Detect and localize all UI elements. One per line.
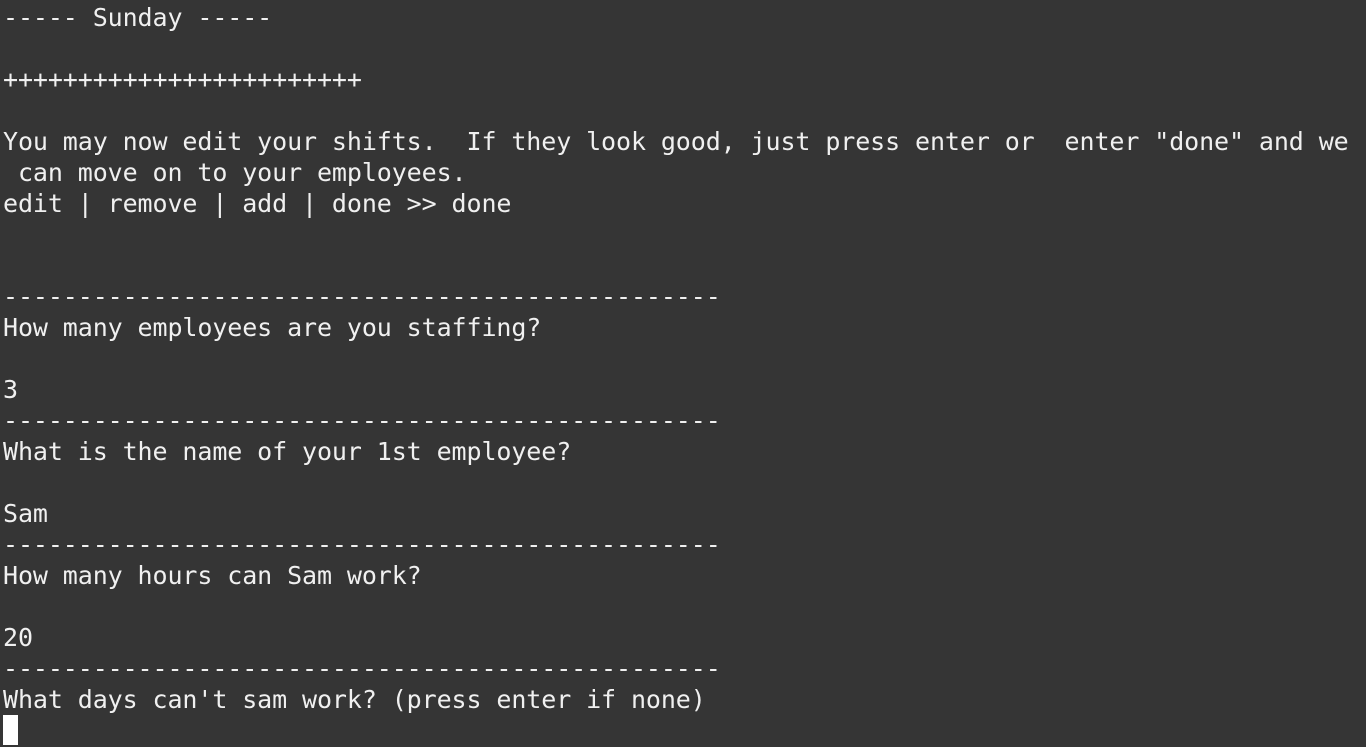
- day-header: ----- Sunday -----: [3, 3, 273, 32]
- dash-separator: ----------------------------------------…: [3, 530, 721, 559]
- employee-name-answer: Sam: [3, 499, 48, 528]
- edit-shifts-instructions-continued: can move on to your employees.: [3, 158, 467, 187]
- text-cursor: [3, 715, 18, 745]
- plus-separator: ++++++++++++++++++++++++: [3, 65, 362, 94]
- employee-count-question: How many employees are you staffing?: [3, 313, 542, 342]
- input-line[interactable]: [3, 715, 1366, 746]
- hours-question: How many hours can Sam work?: [3, 561, 422, 590]
- employee-name-question: What is the name of your 1st employee?: [3, 437, 572, 466]
- edit-shifts-instructions: You may now edit your shifts. If they lo…: [3, 127, 1349, 156]
- edit-menu-prompt: edit | remove | add | done >> done: [3, 189, 512, 218]
- unavailable-days-question: What days can't sam work? (press enter i…: [3, 685, 706, 714]
- employee-count-answer: 3: [3, 375, 18, 404]
- terminal-window[interactable]: ----- Sunday ----- +++++++++++++++++++++…: [0, 0, 1366, 747]
- dash-separator: ----------------------------------------…: [3, 406, 721, 435]
- hours-answer: 20: [3, 623, 33, 652]
- dash-separator: ----------------------------------------…: [3, 654, 721, 683]
- dash-separator: ----------------------------------------…: [3, 282, 721, 311]
